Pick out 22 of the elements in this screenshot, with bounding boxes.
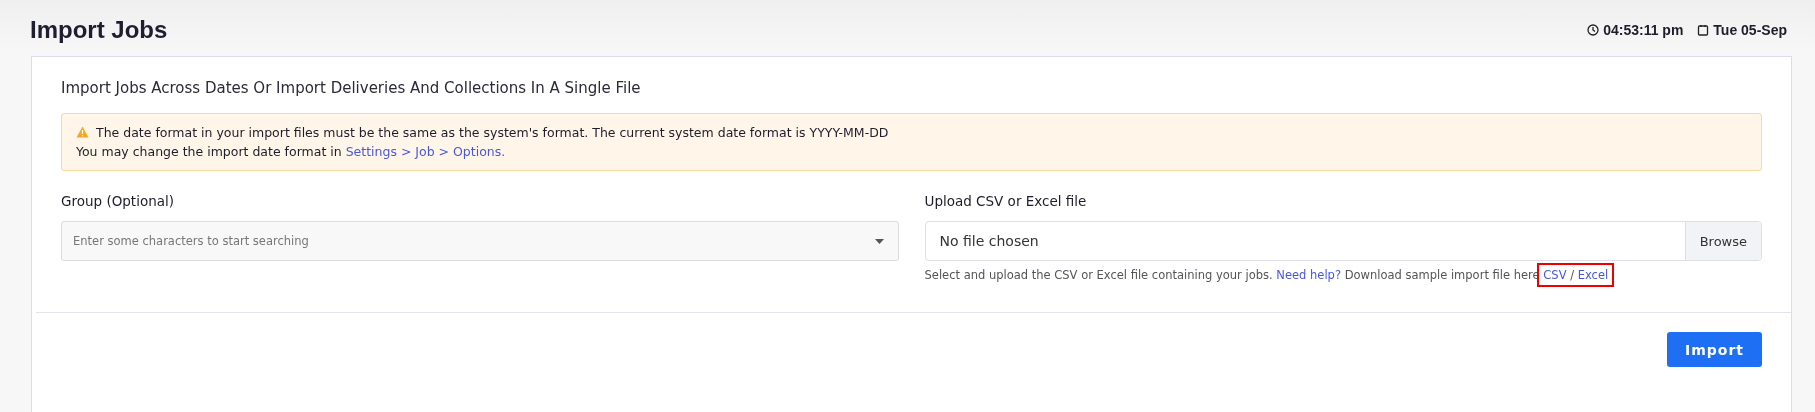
excel-link[interactable]: Excel [1577,268,1609,282]
alert-text: You may change the import date format in [76,144,342,159]
caret-icon [874,238,884,244]
settings-link[interactable]: Settings > Job > Options. [345,144,506,159]
file-status: No file chosen [938,232,1040,251]
select-placeholder: Enter some characters to start searching [73,234,309,248]
field-label: Group (Optional) [61,193,175,209]
warning-icon [76,126,89,138]
page-title: Import Jobs [30,16,168,44]
date-text: Tue 05-Sep [1697,22,1787,38]
field-label: Upload CSV or Excel file [924,193,1088,209]
csv-link[interactable]: CSV [1543,268,1567,282]
group-select[interactable]: Enter some characters to start searching [61,221,899,261]
help-link[interactable]: Need help? [1276,268,1341,282]
alert-text: The date format in your import files must be the same as the system's format. The current system date format is YYYY-MM-DD [96,125,889,140]
browse-button[interactable]: Browse [1684,222,1761,260]
card-heading: Import Jobs Across Dates Or Import Deliveries And Collections In A Single File [61,79,642,97]
calendar-icon [1697,24,1710,36]
import-button[interactable]: Import [1666,332,1762,367]
file-input[interactable]: No file chosen Browse [924,221,1762,261]
clock-icon [1587,24,1600,36]
clock-time: 04:53:11 pm [1587,22,1684,38]
